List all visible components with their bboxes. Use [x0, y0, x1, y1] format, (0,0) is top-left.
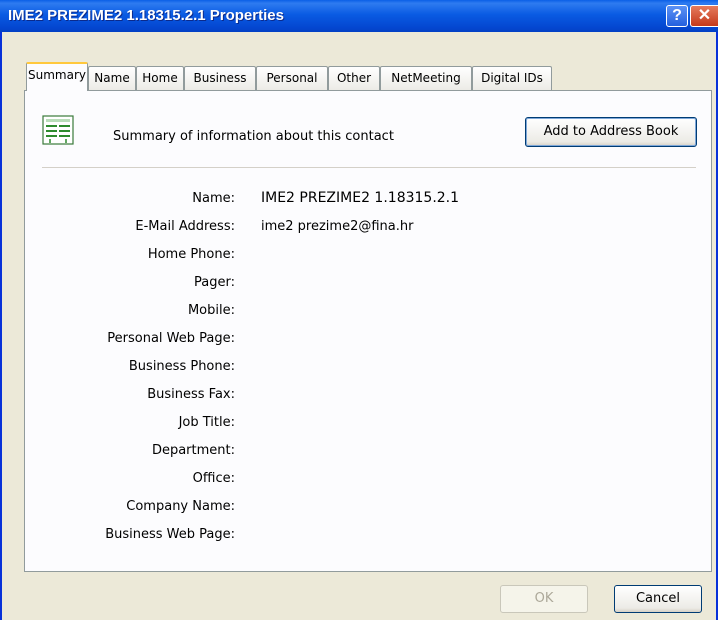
- field-row-business-phone: Business Phone:: [25, 359, 713, 379]
- tab-business[interactable]: Business: [184, 66, 256, 90]
- field-row-department: Department:: [25, 443, 713, 463]
- field-label: Pager:: [194, 275, 235, 290]
- cancel-button[interactable]: Cancel: [614, 585, 702, 613]
- tab-personal[interactable]: Personal: [256, 66, 328, 90]
- add-to-address-book-button[interactable]: Add to Address Book: [525, 117, 697, 147]
- tab-other[interactable]: Other: [328, 66, 380, 90]
- field-label: Home Phone:: [147, 247, 235, 262]
- tab-summary[interactable]: Summary: [26, 62, 88, 91]
- tab-name[interactable]: Name: [88, 66, 136, 90]
- field-row-office: Office:: [25, 471, 713, 491]
- field-value: IME2 PREZIME2 1.18315.2.1: [261, 190, 460, 206]
- window-title: IME2 PREZIME2 1.18315.2.1 Properties: [8, 7, 284, 24]
- field-row-job-title: Job Title:: [25, 415, 713, 435]
- divider: [42, 167, 696, 168]
- tab-netmeeting[interactable]: NetMeeting: [380, 66, 472, 90]
- summary-panel: Summary of information about this contac…: [24, 90, 712, 572]
- field-label: Personal Web Page:: [107, 331, 235, 346]
- help-button[interactable]: ?: [666, 5, 688, 27]
- field-label: Department:: [151, 443, 235, 458]
- field-row-company-name: Company Name:: [25, 499, 713, 519]
- field-row-mobile: Mobile:: [25, 303, 713, 323]
- field-row-home-phone: Home Phone:: [25, 247, 713, 267]
- field-row-name: Name: IME2 PREZIME2 1.18315.2.1: [25, 190, 713, 211]
- field-row-business-fax: Business Fax:: [25, 387, 713, 407]
- contact-card-icon: [42, 115, 74, 145]
- field-label: E-Mail Address:: [135, 219, 235, 234]
- close-button[interactable]: ✕: [690, 5, 718, 27]
- field-value: ime2 prezime2@fina.hr: [261, 219, 414, 234]
- field-label: Company Name:: [126, 499, 235, 514]
- field-label: Office:: [192, 471, 235, 486]
- field-label: Business Web Page:: [105, 527, 235, 542]
- properties-dialog: IME2 PREZIME2 1.18315.2.1 Properties ? ✕…: [0, 0, 718, 620]
- field-row-personal-web-page: Personal Web Page:: [25, 331, 713, 351]
- summary-description: Summary of information about this contac…: [113, 129, 394, 144]
- tab-home[interactable]: Home: [136, 66, 184, 90]
- ok-button[interactable]: OK: [500, 585, 588, 613]
- field-label: Business Phone:: [128, 359, 235, 374]
- title-bar[interactable]: IME2 PREZIME2 1.18315.2.1 Properties ? ✕: [0, 0, 718, 32]
- field-label: Mobile:: [187, 303, 235, 318]
- field-row-email: E-Mail Address: ime2 prezime2@fina.hr: [25, 219, 713, 239]
- field-label: Business Fax:: [147, 387, 235, 402]
- field-row-pager: Pager:: [25, 275, 713, 295]
- field-row-business-web-page: Business Web Page:: [25, 527, 713, 547]
- field-label: Job Title:: [178, 415, 235, 430]
- field-label: Name:: [192, 191, 235, 206]
- tab-digital-ids[interactable]: Digital IDs: [472, 66, 552, 90]
